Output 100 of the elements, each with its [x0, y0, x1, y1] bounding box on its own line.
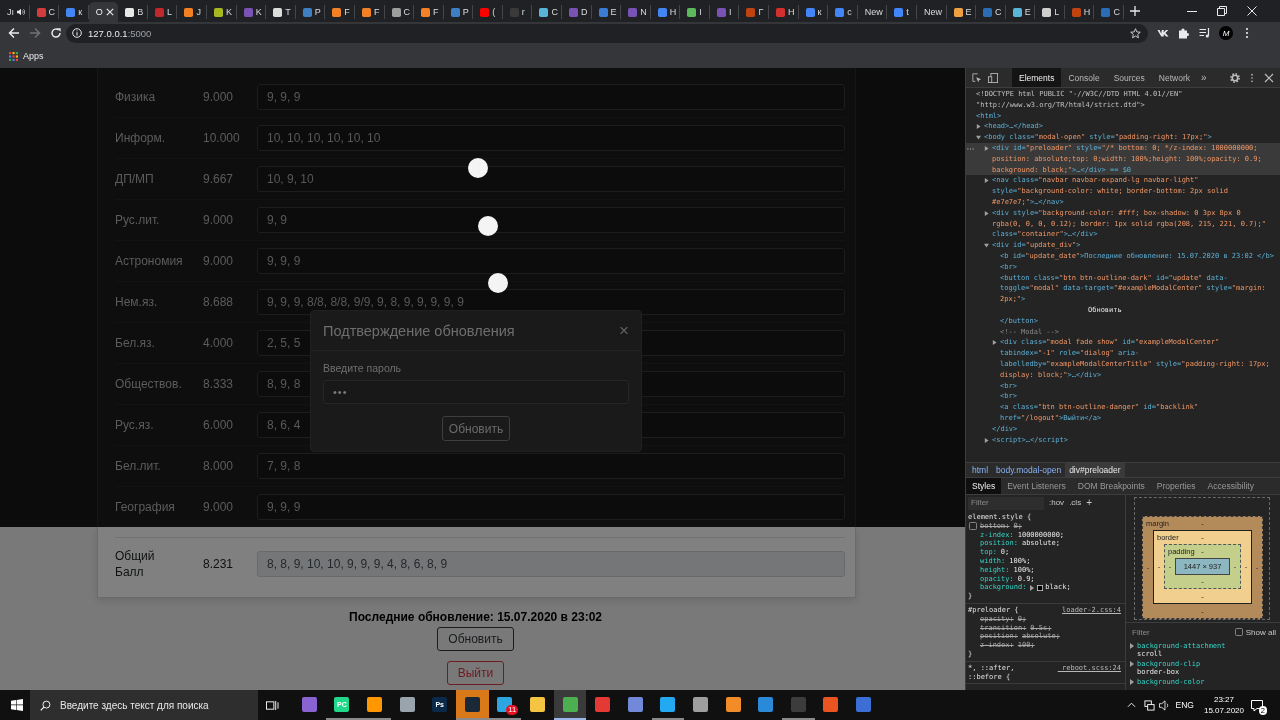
address-bar[interactable]: 127.0.0.1:5000: [66, 23, 1148, 43]
restore-icon[interactable]: [1217, 6, 1227, 16]
panel-tab[interactable]: Accessibility: [1201, 478, 1260, 494]
breadcrumb-item[interactable]: html: [968, 463, 993, 477]
browser-tab[interactable]: L: [1035, 5, 1065, 19]
browser-tab[interactable]: E: [591, 5, 622, 19]
more-icon[interactable]: [1250, 72, 1254, 83]
browser-tab[interactable]: H: [1064, 5, 1095, 19]
panel-tab[interactable]: Properties: [1150, 478, 1202, 494]
filter-field[interactable]: Filter: [968, 496, 1044, 510]
search-field[interactable]: Введите здесь текст для поиска: [30, 690, 258, 720]
browser-tab[interactable]: C: [976, 5, 1006, 19]
close-icon[interactable]: [1264, 72, 1274, 83]
collapsed-arrow-icon[interactable]: [976, 124, 981, 130]
browser-tab[interactable]: F: [354, 5, 385, 19]
browser-tab[interactable]: F: [414, 5, 444, 19]
browser-tab[interactable]: C: [532, 5, 562, 19]
inspect-icon[interactable]: [972, 72, 982, 83]
expand-arrow-icon[interactable]: [1130, 643, 1134, 650]
browser-tab[interactable]: H: [769, 5, 799, 19]
network-icon[interactable]: [1143, 699, 1155, 711]
vk-logo-icon[interactable]: [1157, 27, 1169, 39]
browser-tab[interactable]: Jı: [0, 5, 30, 19]
notification-icon[interactable]: [1251, 700, 1263, 712]
checkbox-label[interactable]: Show all: [1245, 627, 1276, 637]
speaker-icon[interactable]: [17, 8, 25, 16]
collapsed-arrow-icon[interactable]: [984, 210, 989, 216]
update-button[interactable]: Обновить: [437, 627, 514, 651]
password-field[interactable]: •••: [323, 380, 629, 404]
apps-bookmark[interactable]: Apps: [9, 51, 44, 61]
browser-tab[interactable]: New: [916, 5, 947, 19]
more-tabs-button[interactable]: »: [1197, 68, 1211, 87]
back-icon[interactable]: [8, 27, 20, 39]
devtools-tab[interactable]: Console: [1061, 68, 1107, 87]
info-icon[interactable]: [72, 28, 82, 38]
browser-tab[interactable]: J: [177, 5, 208, 19]
browser-tab[interactable]: t: [887, 5, 917, 19]
panel-tab[interactable]: Event Listeners: [1001, 478, 1072, 494]
browser-tab[interactable]: L: [147, 5, 178, 19]
profile-avatar[interactable]: M: [1219, 26, 1233, 40]
browser-tab[interactable]: c: [828, 5, 858, 19]
browser-tab[interactable]: H: [650, 5, 681, 19]
collapsed-arrow-icon[interactable]: [984, 437, 989, 443]
browser-tab[interactable]: E: [1005, 5, 1036, 19]
panel-tab[interactable]: DOM Breakpoints: [1071, 478, 1151, 494]
taskbar-app[interactable]: [553, 690, 587, 720]
checkbox[interactable]: [969, 522, 977, 531]
checkbox[interactable]: [1234, 628, 1243, 636]
browser-tab[interactable]: New: [857, 5, 888, 19]
browser-tab[interactable]: N: [621, 5, 651, 19]
expand-arrow-icon[interactable]: [1130, 678, 1134, 685]
browser-tab[interactable]: P: [443, 5, 474, 19]
browser-tab[interactable]: C: [1094, 5, 1124, 19]
hover-state-button[interactable]: :hov: [1049, 498, 1065, 508]
browser-tab[interactable]: P: [295, 5, 326, 19]
panel-tab[interactable]: Styles: [966, 478, 1002, 494]
star-icon[interactable]: [1130, 27, 1141, 39]
expanded-arrow-icon[interactable]: [976, 135, 981, 141]
clock-time[interactable]: 23:27: [1213, 694, 1234, 705]
browser-tab[interactable]: C: [384, 5, 415, 19]
browser-tab[interactable]: B: [118, 5, 148, 19]
browser-tab[interactable]: I: [680, 5, 710, 19]
browser-tab[interactable]: r: [502, 5, 533, 19]
collapsed-arrow-icon[interactable]: [992, 340, 997, 346]
windows-logo-icon[interactable]: [11, 699, 23, 711]
breadcrumb-item[interactable]: div#preloader: [1065, 463, 1125, 477]
browser-tab[interactable]: K: [207, 5, 237, 19]
browser-tab[interactable]: к: [59, 5, 89, 19]
new-tab-icon[interactable]: [1130, 6, 1140, 16]
expand-arrow-icon[interactable]: [1030, 584, 1035, 591]
device-icon[interactable]: [988, 72, 998, 83]
more-icon[interactable]: [1245, 27, 1249, 39]
browser-tab[interactable]: к: [798, 5, 829, 19]
browser-tab[interactable]: I: [709, 5, 740, 19]
collapsed-arrow-icon[interactable]: [984, 178, 989, 184]
devtools-tab[interactable]: Elements: [1012, 68, 1062, 87]
color-swatch-icon[interactable]: [1037, 584, 1044, 591]
playlist-icon[interactable]: [1199, 27, 1211, 39]
filter-field[interactable]: Filter: [1130, 625, 1192, 639]
browser-tab[interactable]: (: [473, 5, 503, 19]
devtools-tab[interactable]: Network: [1151, 68, 1197, 87]
chevron-up-icon[interactable]: [1126, 702, 1136, 708]
devtools-tab[interactable]: Sources: [1106, 68, 1152, 87]
browser-tab[interactable]: E: [946, 5, 977, 19]
browser-tab[interactable]: D: [562, 5, 592, 19]
collapsed-arrow-icon[interactable]: [984, 146, 989, 151]
add-rule-button[interactable]: +: [1086, 498, 1092, 508]
browser-tab[interactable]: T: [266, 5, 296, 19]
expanded-arrow-icon[interactable]: [984, 243, 989, 249]
taskbar-app[interactable]: [455, 690, 489, 720]
browser-tab[interactable]: C: [29, 5, 60, 19]
browser-tab[interactable]: Г: [739, 5, 770, 19]
language-indicator[interactable]: ENG: [1175, 700, 1194, 710]
task-view-icon[interactable]: [266, 699, 279, 711]
reload-icon[interactable]: [50, 27, 62, 39]
browser-tab[interactable]: O: [88, 2, 119, 22]
settings-icon[interactable]: [1230, 72, 1240, 83]
clock-date[interactable]: 15.07.2020: [1203, 705, 1244, 716]
puzzle-icon[interactable]: [1178, 27, 1190, 39]
volume-icon[interactable]: [1158, 699, 1170, 711]
